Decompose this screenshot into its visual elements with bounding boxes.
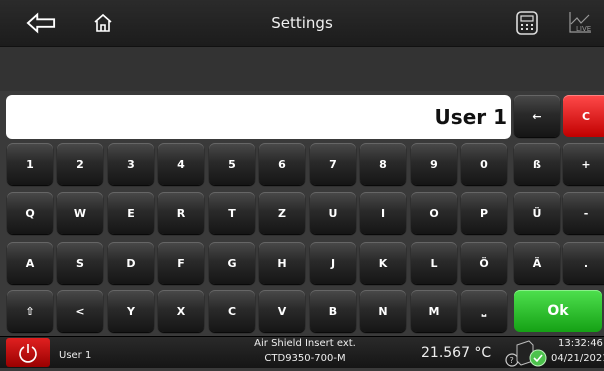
calculator-icon[interactable]: [512, 9, 542, 37]
key-q[interactable]: Q: [7, 192, 53, 234]
key-h[interactable]: H: [259, 242, 305, 284]
key-u[interactable]: U: [310, 192, 356, 234]
key-k[interactable]: K: [360, 242, 406, 284]
key-l[interactable]: L: [411, 242, 457, 284]
key-3[interactable]: 3: [108, 143, 154, 185]
key-plus[interactable]: +: [563, 143, 604, 185]
key-2[interactable]: 2: [57, 143, 103, 185]
key-d[interactable]: D: [108, 242, 154, 284]
key-p[interactable]: P: [461, 192, 507, 234]
key-n[interactable]: N: [360, 290, 406, 332]
key-s[interactable]: S: [57, 242, 103, 284]
ok-button[interactable]: Ok: [514, 290, 602, 332]
key-9[interactable]: 9: [411, 143, 457, 185]
key-less-than[interactable]: <: [57, 290, 103, 332]
key-g[interactable]: G: [209, 242, 255, 284]
key-6[interactable]: 6: [259, 143, 305, 185]
device-model: CTD9350-700-M: [264, 353, 346, 364]
key-0[interactable]: 0: [461, 143, 507, 185]
space-key[interactable]: ⎵: [461, 290, 507, 332]
key-a[interactable]: A: [7, 242, 53, 284]
device-status-icon: ?: [503, 339, 549, 367]
backspace-key[interactable]: ←: [514, 95, 560, 137]
key-u-umlaut[interactable]: Ü: [514, 192, 560, 234]
shift-key[interactable]: ⇧: [7, 290, 53, 332]
key-r[interactable]: R: [158, 192, 204, 234]
key-e[interactable]: E: [108, 192, 154, 234]
key-j[interactable]: J: [310, 242, 356, 284]
temperature-readout: 21.567 °C: [421, 345, 492, 361]
clock-date: 04/21/2021: [551, 353, 604, 364]
key-minus[interactable]: -: [563, 192, 604, 234]
key-f[interactable]: F: [158, 242, 204, 284]
power-button[interactable]: [6, 338, 50, 367]
key-m[interactable]: M: [411, 290, 457, 332]
key-t[interactable]: T: [209, 192, 255, 234]
status-bar: User 1 Air Shield Insert ext. CTD9350-70…: [0, 336, 604, 368]
key-o-umlaut[interactable]: Ö: [461, 242, 507, 284]
clock-time: 13:32:46: [558, 338, 603, 349]
text-input-display[interactable]: User 1: [6, 95, 511, 139]
svg-text:LIVE: LIVE: [576, 25, 591, 33]
key-8[interactable]: 8: [360, 143, 406, 185]
key-y[interactable]: Y: [108, 290, 154, 332]
key-z[interactable]: Z: [259, 192, 305, 234]
key-o[interactable]: O: [411, 192, 457, 234]
key-b[interactable]: B: [310, 290, 356, 332]
key-i[interactable]: I: [360, 192, 406, 234]
toolbar-area: [0, 47, 604, 91]
key-w[interactable]: W: [57, 192, 103, 234]
key-5[interactable]: 5: [209, 143, 255, 185]
key-c[interactable]: C: [209, 290, 255, 332]
top-bar: Settings LIVE: [0, 0, 604, 47]
current-user: User 1: [59, 350, 92, 361]
key-4[interactable]: 4: [158, 143, 204, 185]
key-x[interactable]: X: [158, 290, 204, 332]
power-icon: [17, 342, 39, 364]
device-name: Air Shield Insert ext.: [254, 338, 356, 349]
key-eszett[interactable]: ß: [514, 143, 560, 185]
clear-key[interactable]: C: [563, 95, 604, 137]
key-1[interactable]: 1: [7, 143, 53, 185]
live-chart-icon[interactable]: LIVE: [565, 9, 595, 37]
key-v[interactable]: V: [259, 290, 305, 332]
key-7[interactable]: 7: [310, 143, 356, 185]
key-period[interactable]: .: [563, 242, 604, 284]
key-a-umlaut[interactable]: Ä: [514, 242, 560, 284]
svg-text:?: ?: [510, 356, 514, 365]
